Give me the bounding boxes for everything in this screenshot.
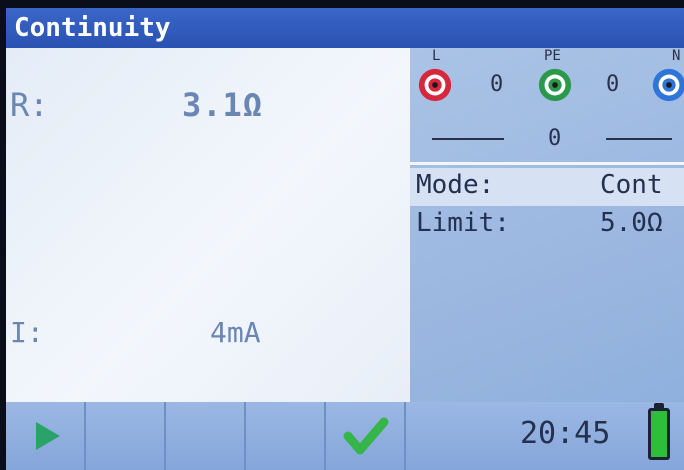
current-label: I:	[10, 316, 44, 349]
page-title: Continuity	[6, 8, 684, 48]
current-value: 4mA	[210, 316, 261, 349]
terminal-diagram: L 0 PE 0 N 0	[410, 48, 684, 162]
mode-label: Mode:	[416, 170, 495, 200]
resistance-label: R:	[10, 86, 49, 124]
pe-n-value: 0	[606, 72, 620, 97]
terminal-n-label: N	[672, 48, 681, 64]
terminal-n-icon	[652, 68, 684, 102]
check-icon	[343, 417, 389, 455]
resistance-value: 3.1Ω	[182, 86, 264, 124]
play-icon	[36, 422, 60, 450]
divider	[410, 162, 684, 165]
limit-label: Limit:	[416, 208, 510, 238]
limit-row[interactable]: Limit: 5.0Ω	[410, 206, 684, 244]
softkey-3[interactable]	[166, 402, 246, 470]
terminal-pe-icon	[538, 68, 572, 102]
settings-panel: L 0 PE 0 N 0 Mode: Cont Limit: 5.0Ω	[410, 48, 684, 402]
clock: 20:45	[520, 416, 611, 451]
instrument-screen: Continuity R: 3.1Ω I: 4mA L 0 PE 0 N 0 M…	[6, 8, 684, 470]
mode-row[interactable]: Mode: Cont	[410, 168, 684, 206]
pe-n-connector	[606, 138, 672, 140]
confirm-softkey[interactable]	[326, 402, 406, 470]
softkey-4[interactable]	[246, 402, 326, 470]
terminal-l-icon	[418, 68, 452, 102]
result-panel: R: 3.1Ω I: 4mA	[6, 48, 410, 402]
start-softkey[interactable]	[6, 402, 86, 470]
softkey-bar: 20:45	[6, 402, 684, 470]
terminal-l-label: L	[432, 48, 441, 64]
mode-value: Cont	[600, 170, 663, 200]
l-n-value: 0	[548, 126, 562, 151]
terminal-pe-label: PE	[544, 48, 561, 64]
l-n-connector	[432, 138, 504, 140]
limit-value: 5.0Ω	[600, 208, 663, 238]
battery-icon	[648, 408, 670, 460]
l-pe-value: 0	[490, 72, 504, 97]
softkey-2[interactable]	[86, 402, 166, 470]
